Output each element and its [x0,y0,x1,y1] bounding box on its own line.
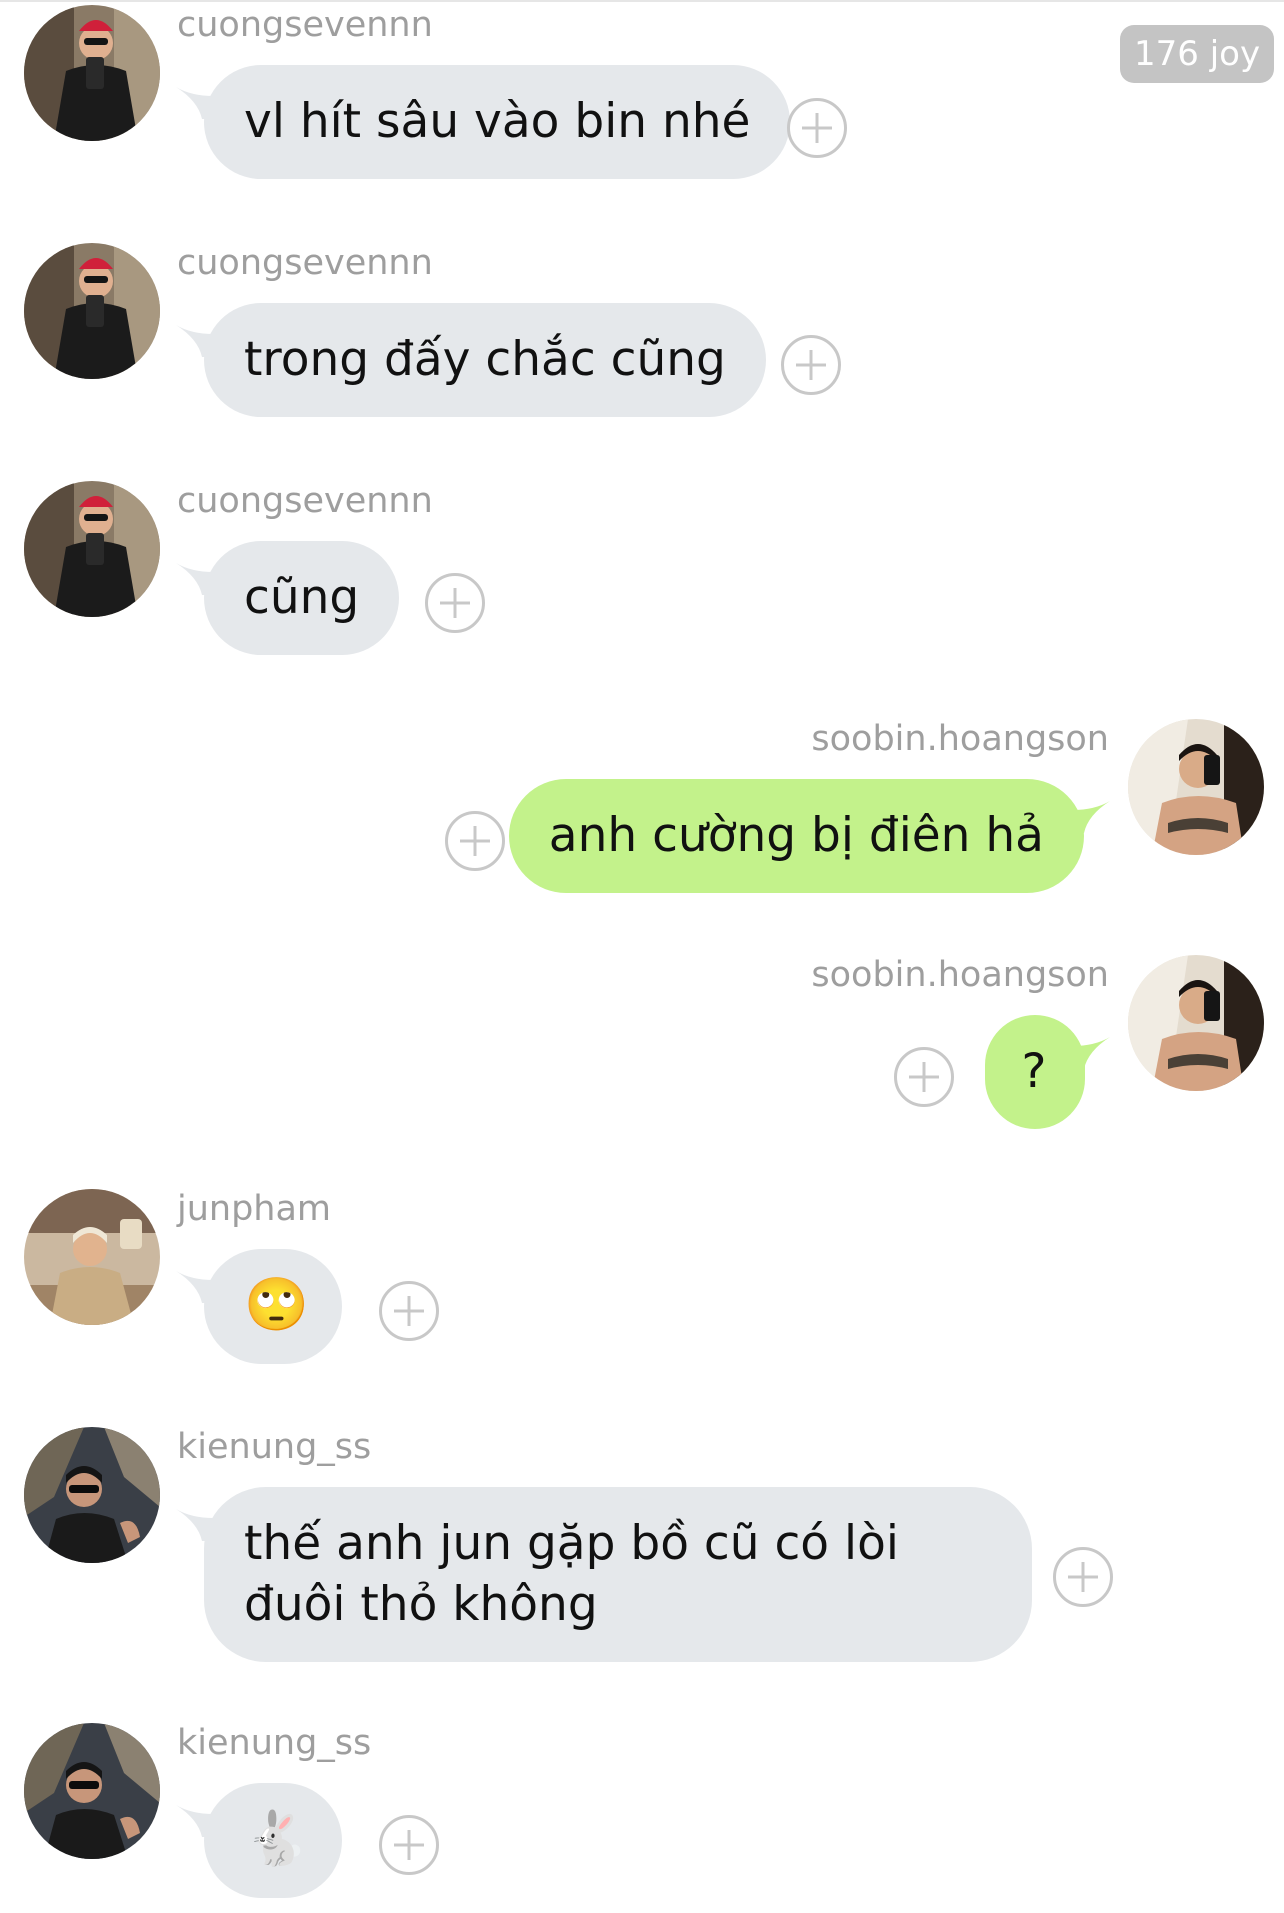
rabbit-emoji: 🐇 [244,1809,309,1869]
sender-name: kienung_ss [177,1427,372,1467]
sender-name: soobin.hoangson [811,719,1109,759]
message-bubble[interactable]: thế anh jun gặp bồ cũ có lòi đuôi thỏ kh… [204,1487,1032,1662]
message-bubble[interactable]: cũng [204,541,400,655]
avatar-junpham[interactable] [24,1189,160,1325]
message-bubble[interactable]: ? [985,1015,1085,1129]
sender-name: soobin.hoangson [811,955,1109,995]
message-bubble[interactable]: vl hít sâu vào bin nhé [204,65,791,179]
sender-name: kienung_ss [177,1723,372,1763]
reaction-count-badge[interactable]: 176 joy [1120,25,1275,83]
avatar-cuongsevennn[interactable] [24,5,160,141]
avatar-kienung[interactable] [24,1723,160,1859]
sender-name: junpham [177,1189,332,1229]
add-reaction-button[interactable] [445,811,505,871]
add-reaction-button[interactable] [894,1047,954,1107]
avatar-cuongsevennn[interactable] [24,481,160,617]
avatar-cuongsevennn[interactable] [24,243,160,379]
message-bubble[interactable]: anh cường bị điên hả [508,779,1084,893]
sender-name: cuongsevennn [177,481,433,521]
add-reaction-button[interactable] [425,573,485,633]
sender-name: cuongsevennn [177,243,433,283]
sender-name: cuongsevennn [177,5,433,45]
add-reaction-button[interactable] [379,1815,439,1875]
avatar-kienung[interactable] [24,1427,160,1563]
add-reaction-button[interactable] [379,1281,439,1341]
rolling-eyes-emoji: 🙄 [244,1275,309,1335]
add-reaction-button[interactable] [787,98,847,158]
chat-screen: 176 joy cuongsevennn vl hít sâu vào bin … [0,0,1284,1913]
top-divider [0,0,1284,2]
message-bubble[interactable]: 🐇 [204,1783,342,1898]
message-bubble[interactable]: 🙄 [204,1249,342,1364]
avatar-soobin[interactable] [1128,719,1264,855]
message-bubble[interactable]: trong đấy chắc cũng [204,303,766,417]
add-reaction-button[interactable] [781,335,841,395]
add-reaction-button[interactable] [1053,1547,1113,1607]
avatar-soobin[interactable] [1128,955,1264,1091]
